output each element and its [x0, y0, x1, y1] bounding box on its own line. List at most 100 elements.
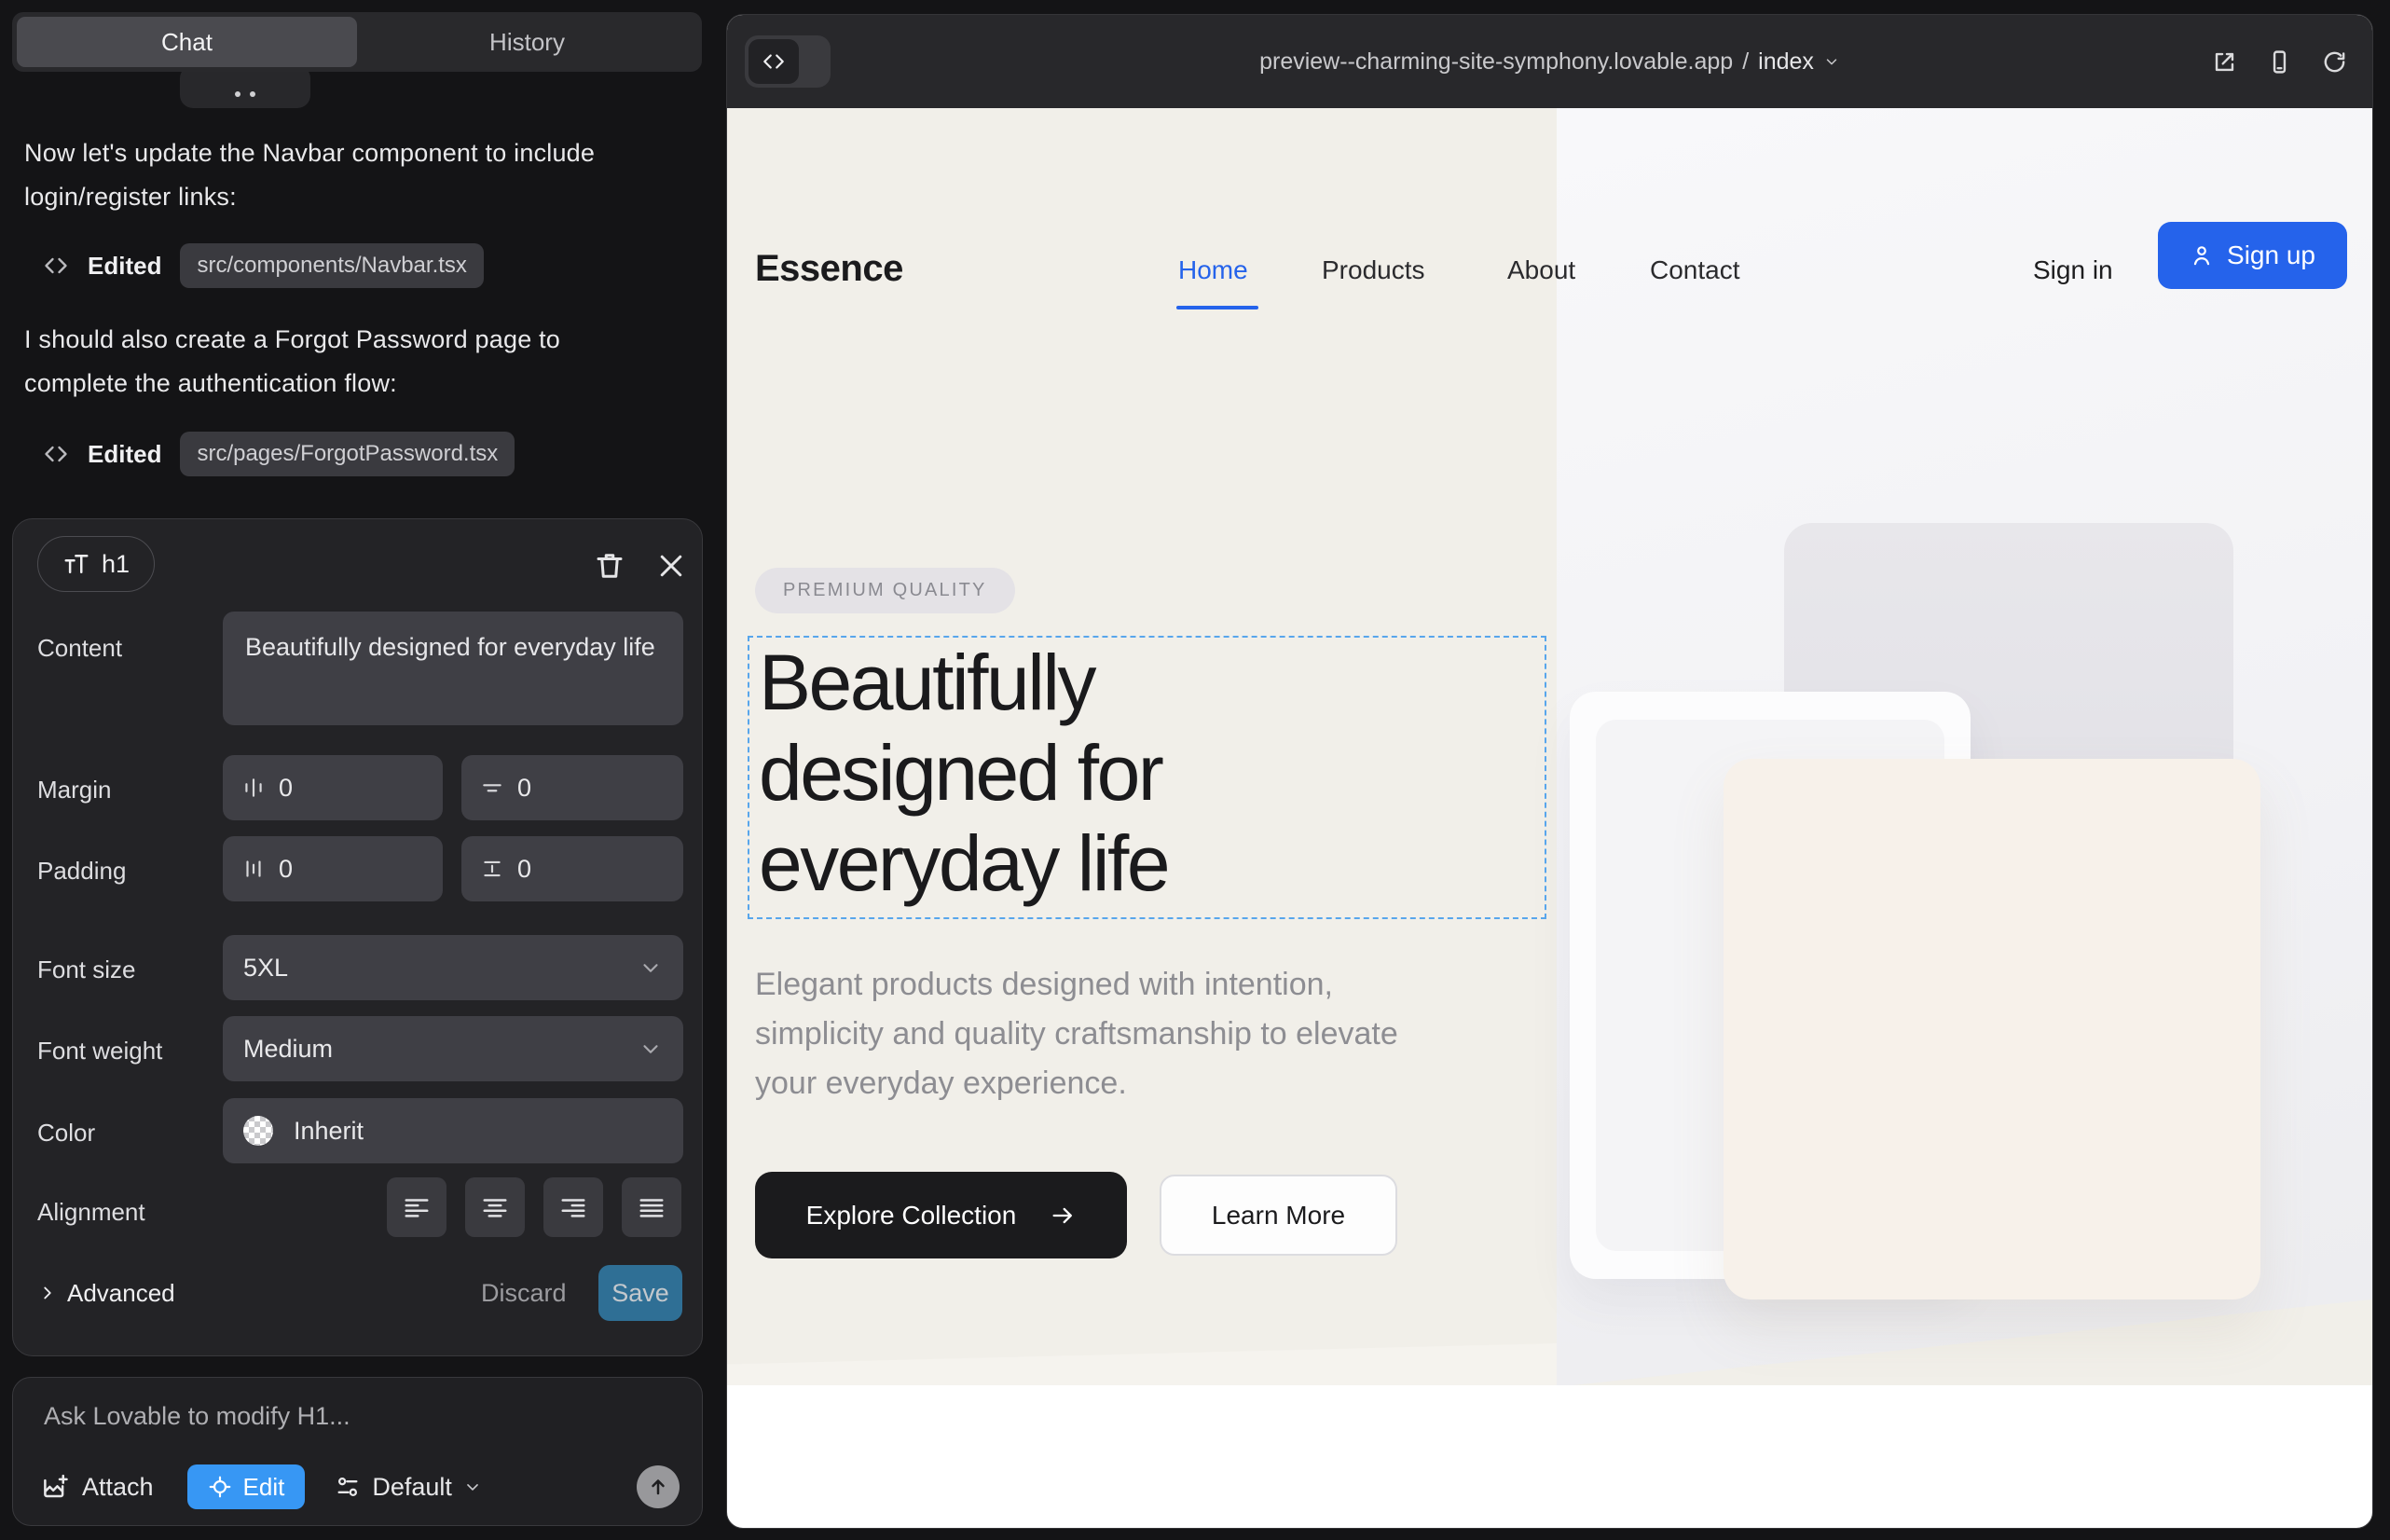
quality-badge: PREMIUM QUALITY — [755, 568, 1015, 613]
trash-icon[interactable] — [593, 549, 626, 583]
nav-active-underline — [1176, 306, 1258, 309]
edit-mode-button[interactable]: Edit — [187, 1464, 306, 1509]
sign-in-link[interactable]: Sign in — [2033, 255, 2113, 285]
font-size-value: 5XL — [243, 954, 288, 983]
composer-placeholder[interactable]: Ask Lovable to modify H1... — [44, 1402, 350, 1431]
dot — [250, 91, 255, 97]
edited-file-row: Edited src/components/Navbar.tsx — [43, 241, 484, 291]
nav-link-about[interactable]: About — [1507, 255, 1575, 285]
tab-history[interactable]: History — [357, 17, 697, 67]
align-justify-button[interactable] — [622, 1177, 681, 1237]
tab-chat[interactable]: Chat — [17, 17, 357, 67]
edited-file-badge[interactable]: src/components/Navbar.tsx — [180, 243, 483, 288]
content-input[interactable]: Beautifully designed for everyday life — [245, 628, 661, 708]
element-editor-panel: h1 Content Beautifully designed for ever… — [12, 518, 703, 1356]
color-value: Inherit — [294, 1117, 364, 1146]
font-size-label: Font size — [37, 956, 136, 984]
align-right-button[interactable] — [543, 1177, 603, 1237]
mode-label: Default — [372, 1473, 452, 1502]
padding-y-input[interactable] — [517, 855, 665, 884]
align-left-button[interactable] — [387, 1177, 446, 1237]
padding-y-field — [461, 836, 683, 901]
chrome-actions — [2211, 15, 2348, 108]
margin-vertical-icon — [480, 776, 504, 800]
attach-button[interactable]: Attach — [41, 1473, 154, 1502]
url-bar[interactable]: preview--charming-site-symphony.lovable.… — [727, 15, 2372, 108]
code-view-toggle[interactable] — [745, 35, 831, 88]
edited-file-badge[interactable]: src/pages/ForgotPassword.tsx — [180, 432, 515, 476]
close-icon[interactable] — [654, 549, 688, 583]
chevron-down-icon — [463, 1478, 482, 1496]
lovable-app: Chat History Now let's update the Navbar… — [0, 0, 2390, 1540]
chat-composer[interactable]: Ask Lovable to modify H1... Attach Edit … — [12, 1377, 703, 1526]
content-field: Beautifully designed for everyday life — [223, 612, 683, 725]
margin-x-input[interactable] — [279, 774, 424, 803]
padding-x-input[interactable] — [279, 855, 424, 884]
mobile-view-icon[interactable] — [2266, 48, 2293, 76]
image-plus-icon — [41, 1473, 69, 1501]
font-weight-select[interactable]: Medium — [223, 1016, 683, 1081]
edited-file-row: Edited src/pages/ForgotPassword.tsx — [43, 429, 515, 479]
site-hero-section: Essence Home Products About Contact Sign… — [727, 108, 2373, 1385]
chat-message: Now let's update the Navbar component to… — [24, 131, 639, 219]
selected-element-tag: h1 — [37, 536, 155, 592]
open-external-icon[interactable] — [2211, 48, 2238, 76]
preview-pane: preview--charming-site-symphony.lovable.… — [726, 14, 2373, 1529]
element-tag-name: h1 — [102, 550, 130, 579]
padding-label: Padding — [37, 857, 126, 886]
nav-link-products[interactable]: Products — [1322, 255, 1425, 285]
font-weight-label: Font weight — [37, 1037, 162, 1066]
nav-link-contact[interactable]: Contact — [1650, 255, 1740, 285]
margin-y-field — [461, 755, 683, 820]
nav-link-home[interactable]: Home — [1178, 255, 1248, 285]
alignment-label: Alignment — [37, 1198, 145, 1227]
padding-vertical-icon — [480, 857, 504, 881]
edit-label: Edit — [243, 1473, 285, 1502]
padding-x-field — [223, 836, 443, 901]
chevron-down-icon — [639, 956, 663, 980]
font-weight-value: Medium — [243, 1035, 333, 1064]
sign-up-label: Sign up — [2227, 241, 2315, 270]
discard-button[interactable]: Discard — [481, 1279, 567, 1308]
chat-message: I should also create a Forgot Password p… — [24, 318, 639, 406]
learn-more-button[interactable]: Learn More — [1160, 1175, 1397, 1256]
align-right-icon — [559, 1193, 587, 1221]
margin-label: Margin — [37, 776, 111, 804]
url-separator: / — [1742, 48, 1749, 76]
align-left-icon — [403, 1193, 431, 1221]
advanced-toggle[interactable]: Advanced — [37, 1265, 175, 1321]
send-button[interactable] — [637, 1465, 680, 1508]
decorative-card-beige — [1724, 759, 2260, 1299]
type-icon — [62, 550, 90, 578]
font-size-select[interactable]: 5XL — [223, 935, 683, 1000]
site-logo[interactable]: Essence — [755, 248, 903, 290]
chevron-down-icon — [1823, 53, 1840, 70]
user-icon — [2190, 243, 2214, 268]
attach-label: Attach — [82, 1473, 154, 1502]
dot — [235, 91, 240, 97]
hero-headline[interactable]: Beautifully designed for everyday life — [759, 638, 1411, 909]
color-swatch — [243, 1116, 273, 1146]
h1-selection-outline[interactable]: Beautifully designed for everyday life — [748, 636, 1546, 919]
edited-label: Edited — [88, 440, 161, 469]
code-icon — [43, 441, 69, 467]
align-center-button[interactable] — [465, 1177, 525, 1237]
chevron-down-icon — [639, 1037, 663, 1061]
margin-y-input[interactable] — [517, 774, 665, 803]
url-page: index — [1758, 48, 1814, 76]
code-toggle-segment — [749, 39, 799, 84]
arrow-up-icon — [647, 1476, 669, 1498]
advanced-label: Advanced — [67, 1279, 175, 1308]
save-button[interactable]: Save — [598, 1265, 682, 1321]
target-icon — [208, 1475, 232, 1499]
margin-x-field — [223, 755, 443, 820]
refresh-icon[interactable] — [2321, 48, 2348, 76]
mode-select[interactable]: Default — [335, 1473, 482, 1502]
padding-horizontal-icon — [241, 857, 266, 881]
explore-collection-button[interactable]: Explore Collection — [755, 1172, 1127, 1258]
align-justify-icon — [638, 1193, 666, 1221]
color-field[interactable]: Inherit — [223, 1098, 683, 1163]
browser-chrome: preview--charming-site-symphony.lovable.… — [727, 15, 2372, 108]
sign-up-button[interactable]: Sign up — [2158, 222, 2347, 289]
sliders-icon — [335, 1474, 361, 1500]
